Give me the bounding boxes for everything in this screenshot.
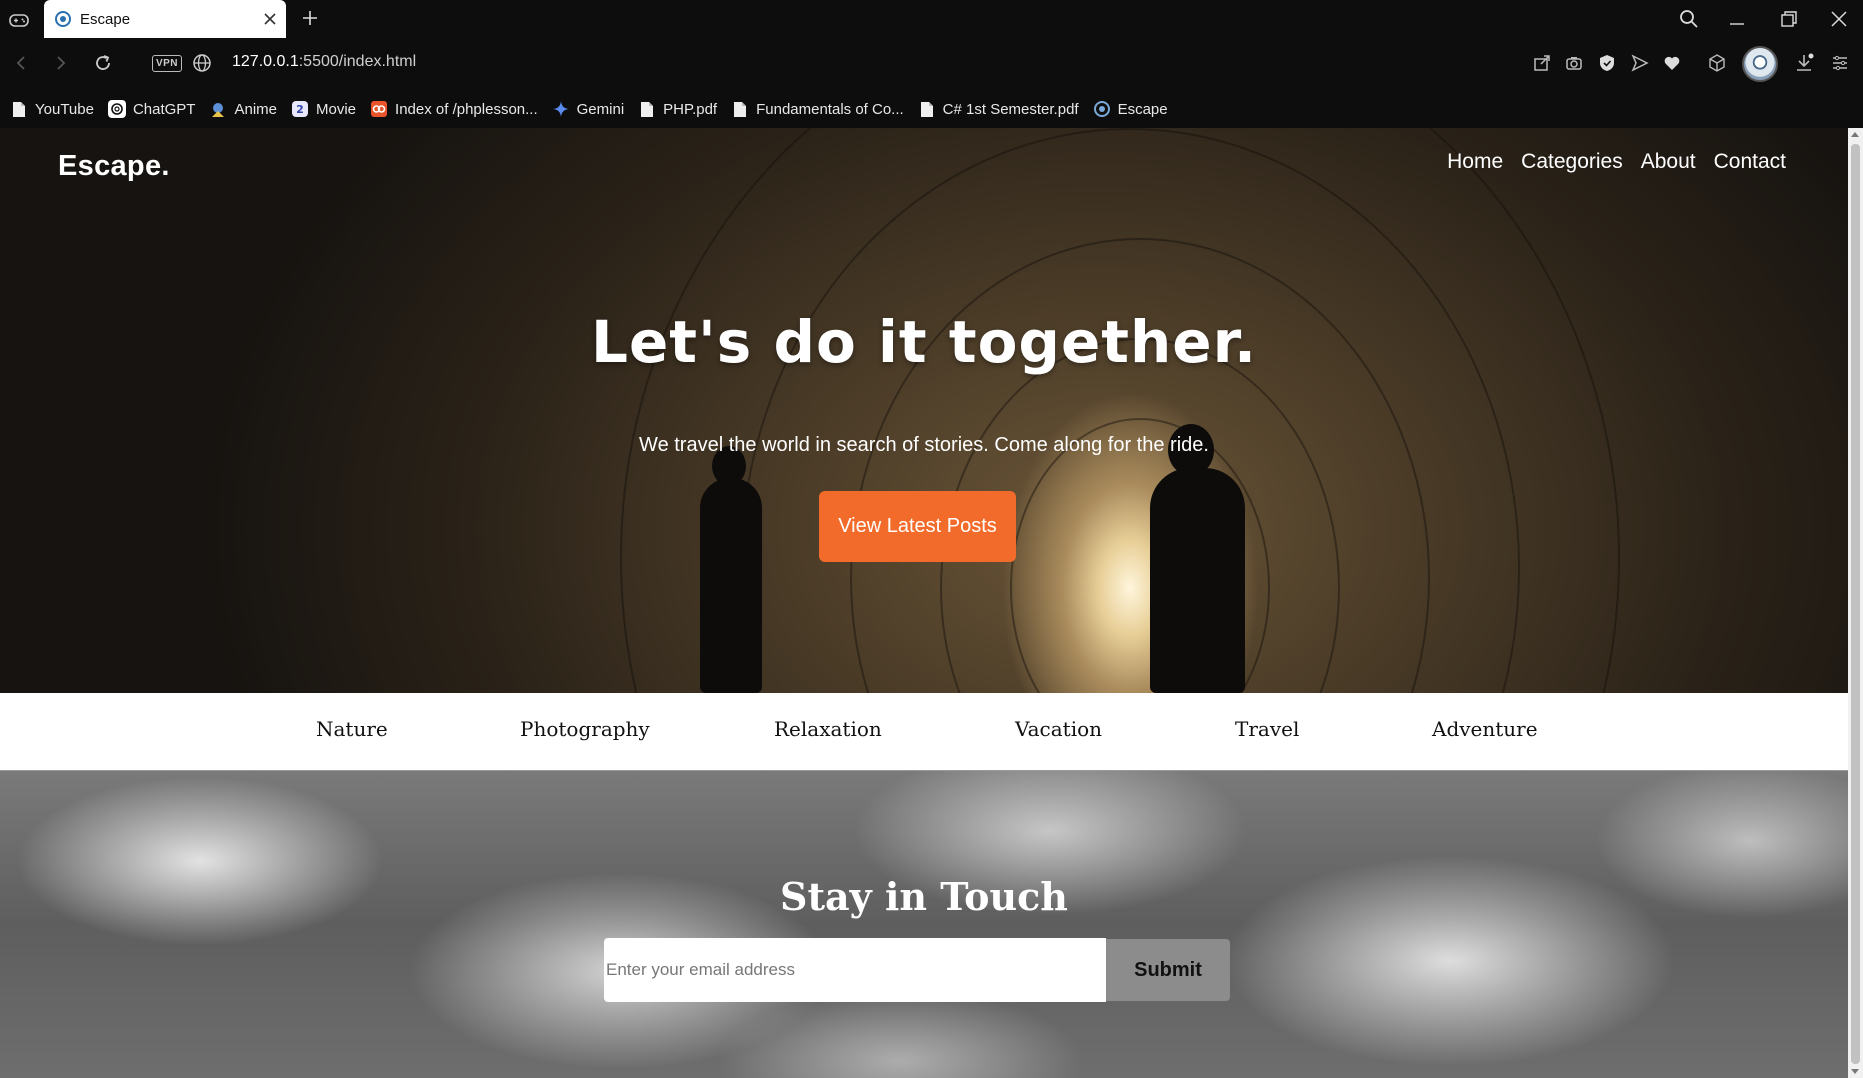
bookmark-movie[interactable]: 2 Movie — [291, 94, 356, 124]
vpn-badge[interactable]: VPN — [152, 55, 182, 72]
file-icon — [10, 100, 28, 118]
file-icon — [638, 100, 656, 118]
search-tabs-icon[interactable] — [1676, 6, 1702, 32]
bookmark-escape[interactable]: Escape — [1093, 94, 1168, 124]
email-input[interactable] — [604, 938, 1106, 1002]
bookmarks-bar: YouTube ChatGPT Anime 2 Movie Index of /… — [0, 90, 1863, 128]
newsletter-section: Stay in Touch Submit — [0, 771, 1848, 1078]
chatgpt-icon — [107, 100, 126, 118]
gemini-icon — [552, 100, 570, 118]
escape-favicon-icon — [1093, 100, 1111, 118]
view-latest-posts-button[interactable]: View Latest Posts — [819, 491, 1016, 562]
category-nature[interactable]: Nature — [316, 717, 388, 741]
restore-icon[interactable] — [1776, 6, 1802, 32]
bookmark-label: Gemini — [576, 100, 625, 118]
close-tab-icon[interactable] — [254, 3, 286, 35]
svg-text:2: 2 — [296, 103, 304, 116]
scroll-up-icon[interactable] — [1851, 132, 1859, 137]
bookmark-label: Index of /phplesson... — [395, 100, 538, 118]
submit-button[interactable]: Submit — [1106, 939, 1230, 1001]
nav-about[interactable]: About — [1641, 150, 1696, 174]
newsletter-title: Stay in Touch — [780, 874, 1068, 919]
reload-icon[interactable] — [90, 50, 116, 76]
hero-subtitle: We travel the world in search of stories… — [639, 434, 1209, 456]
profile-avatar[interactable] — [1742, 46, 1778, 82]
escape-favicon-icon — [54, 10, 72, 28]
bookmark-fundamentals[interactable]: Fundamentals of Co... — [731, 94, 904, 124]
heart-icon[interactable] — [1661, 52, 1683, 74]
globe-icon[interactable] — [192, 53, 212, 73]
bookmark-label: YouTube — [35, 100, 94, 118]
camera-icon[interactable] — [1563, 52, 1585, 74]
bookmark-label: C# 1st Semester.pdf — [942, 100, 1079, 118]
site-icon — [370, 100, 388, 118]
browser-tab-escape[interactable]: Escape — [44, 0, 286, 38]
menu-icon[interactable] — [1829, 52, 1851, 74]
bookmark-label: Movie — [316, 100, 357, 118]
shield-icon[interactable] — [1596, 52, 1618, 74]
bookmark-php-pdf[interactable]: PHP.pdf — [638, 94, 717, 124]
file-icon — [731, 100, 749, 118]
file-icon — [918, 100, 936, 118]
bookmark-chatgpt[interactable]: ChatGPT — [107, 94, 196, 124]
url-host: 127.0.0.1 — [232, 53, 299, 70]
cube-icon[interactable] — [1706, 52, 1728, 74]
back-icon[interactable] — [8, 50, 34, 76]
category-vacation[interactable]: Vacation — [1015, 717, 1102, 741]
download-icon[interactable] — [1793, 52, 1815, 74]
tab-title: Escape — [80, 10, 131, 28]
address-bar: VPN 127.0.0.1:5500/index.html — [0, 38, 1863, 90]
anime-icon — [209, 100, 227, 118]
main-nav: Home Categories About Contact — [1429, 150, 1786, 174]
nav-contact[interactable]: Contact — [1714, 150, 1786, 174]
hero-title: Let's do it together. — [591, 308, 1257, 376]
minimize-icon[interactable] — [1724, 6, 1750, 32]
url-field[interactable]: 127.0.0.1:5500/index.html — [232, 53, 416, 71]
nav-home[interactable]: Home — [1447, 150, 1503, 174]
category-adventure[interactable]: Adventure — [1432, 717, 1538, 741]
close-window-icon[interactable] — [1826, 6, 1852, 32]
category-photography[interactable]: Photography — [520, 717, 650, 741]
page-viewport: Escape. Home Categories About Contact Le… — [0, 128, 1848, 1078]
send-icon[interactable] — [1629, 52, 1651, 74]
nav-categories[interactable]: Categories — [1521, 150, 1623, 174]
bookmark-youtube[interactable]: YouTube — [10, 94, 94, 124]
movie-icon: 2 — [291, 100, 309, 118]
bookmark-anime[interactable]: Anime — [209, 94, 277, 124]
category-relaxation[interactable]: Relaxation — [774, 717, 882, 741]
new-tab-icon[interactable] — [298, 6, 322, 30]
scrollbar-thumb[interactable] — [1851, 144, 1860, 1064]
bookmark-label: ChatGPT — [132, 100, 196, 118]
bookmark-label: Escape — [1117, 100, 1168, 118]
bookmark-gemini[interactable]: Gemini — [552, 94, 625, 124]
url-path: :5500/index.html — [298, 53, 417, 70]
scroll-down-icon[interactable] — [1851, 1069, 1859, 1074]
page-scrollbar[interactable] — [1848, 128, 1863, 1078]
bookmark-index[interactable]: Index of /phplesson... — [370, 94, 538, 124]
bookmark-label: Fundamentals of Co... — [756, 100, 904, 118]
share-icon[interactable] — [1531, 52, 1553, 74]
categories-bar: Nature Photography Relaxation Vacation T… — [0, 693, 1848, 771]
forward-icon[interactable] — [48, 50, 74, 76]
bookmark-csharp-pdf[interactable]: C# 1st Semester.pdf — [918, 94, 1079, 124]
person-silhouette — [1150, 468, 1245, 693]
bookmark-label: PHP.pdf — [663, 100, 718, 118]
category-travel[interactable]: Travel — [1235, 717, 1299, 741]
person-silhouette — [700, 478, 762, 693]
hero-section: Escape. Home Categories About Contact Le… — [0, 128, 1848, 693]
browser-titlebar: Escape — [0, 0, 1863, 38]
site-logo[interactable]: Escape. — [58, 150, 170, 183]
bookmark-label: Anime — [234, 100, 278, 118]
gamepad-icon[interactable] — [8, 9, 30, 31]
